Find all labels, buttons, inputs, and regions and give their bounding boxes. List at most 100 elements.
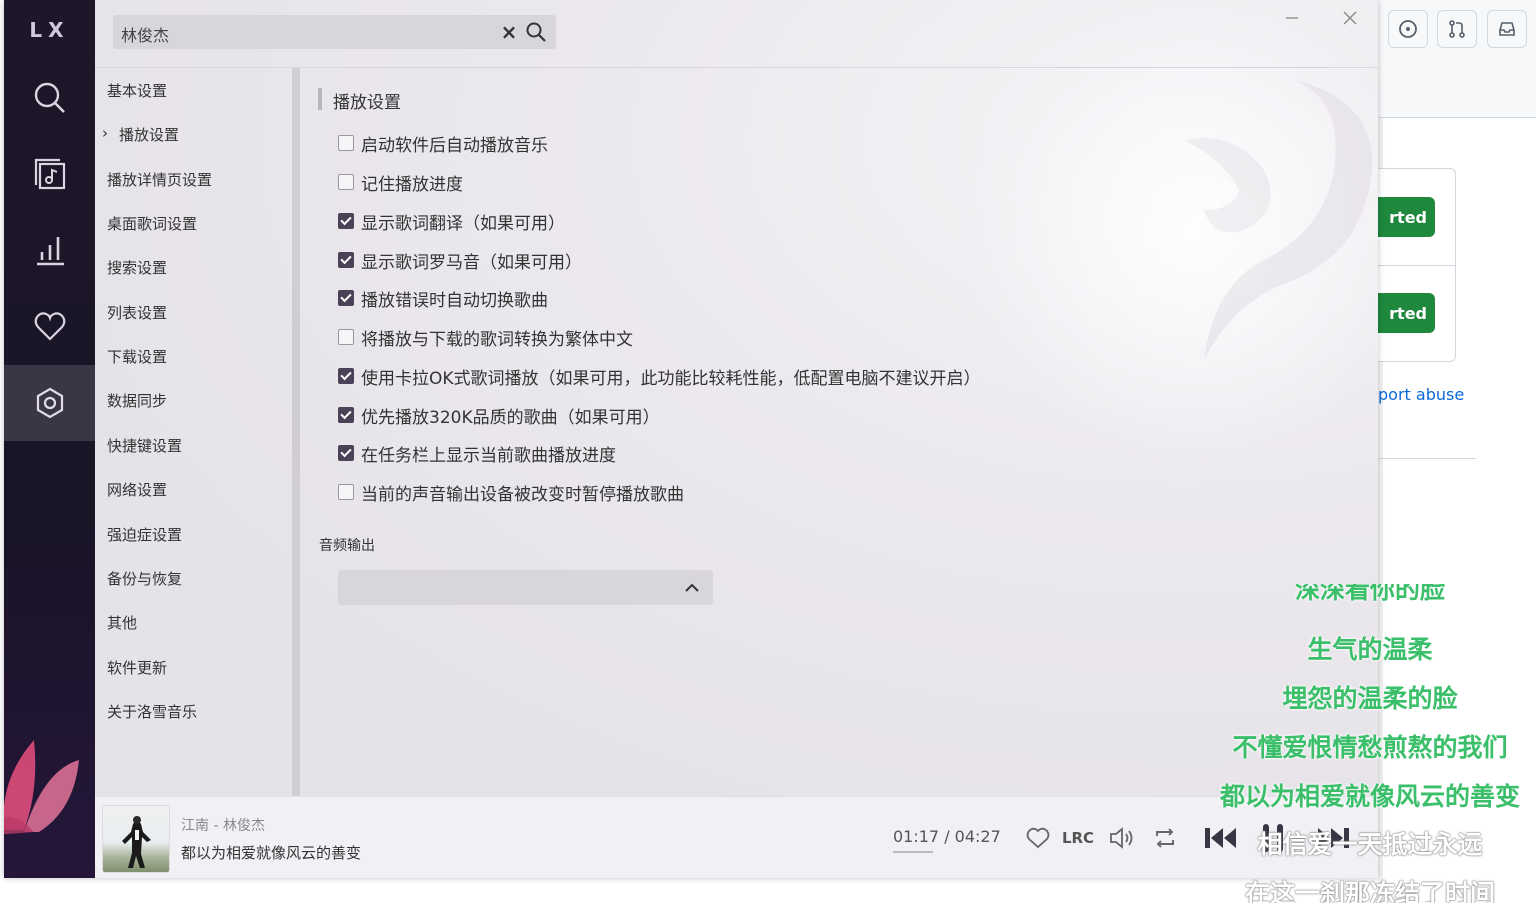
checkbox[interactable]: [338, 445, 354, 461]
settings-nav-item[interactable]: 强迫症设置: [107, 524, 182, 545]
checkbox[interactable]: [338, 407, 354, 423]
player-bar: 江南 - 林俊杰 都以为相爱就像风云的善变 01:17 / 04:27 LRC: [95, 796, 1378, 878]
settings-nav-item[interactable]: 备份与恢复: [107, 568, 182, 589]
desktop-lyric-line: 在这一刹那冻结了时间: [1244, 879, 1495, 903]
clear-icon[interactable]: ×: [497, 20, 521, 44]
minimize-icon: [1286, 17, 1298, 19]
option-label: 使用卡拉OK式歌词播放（如果可用，此功能比较耗性能，低配置电脑不建议开启）: [361, 368, 981, 389]
lotus-decoration: [4, 740, 79, 835]
close-button[interactable]: [1338, 6, 1362, 30]
play-time: 01:17 / 04:27: [893, 827, 1001, 846]
settings-nav: › 基本设置 播放设置 播放详情页设置 桌面歌词设置 搜索设置 列表设置 下载设…: [95, 68, 295, 796]
option-label: 在任务栏上显示当前歌曲播放进度: [361, 445, 616, 466]
settings-nav-item[interactable]: 网络设置: [107, 479, 167, 500]
option-1[interactable]: 记住播放进度: [338, 171, 463, 195]
search-icon: [526, 22, 546, 42]
section-marker: [318, 88, 322, 110]
get-started-button-2[interactable]: rted: [1378, 293, 1435, 333]
settings-nav-item[interactable]: 软件更新: [107, 657, 167, 678]
background-card: rted rted: [1378, 168, 1456, 362]
checkbox[interactable]: [338, 252, 354, 268]
background-divider: [1378, 458, 1476, 459]
settings-nav-item[interactable]: 快捷键设置: [107, 435, 182, 456]
checkbox[interactable]: [338, 174, 354, 190]
repeat-icon: [1156, 828, 1174, 848]
option-label: 记住播放进度: [361, 174, 463, 195]
comment-icon: [1026, 827, 1050, 849]
settings-nav-item[interactable]: 桌面歌词设置: [107, 213, 197, 234]
main-nav: LX: [4, 0, 95, 878]
settings-nav-item[interactable]: 基本设置: [107, 80, 167, 101]
checkbox[interactable]: [338, 213, 354, 229]
background-web-page: rted rted port abuse: [1378, 0, 1536, 903]
nav-settings[interactable]: [4, 365, 95, 441]
option-8[interactable]: 在任务栏上显示当前歌曲播放进度: [338, 442, 616, 466]
audio-output-select[interactable]: [338, 570, 713, 605]
option-label: 当前的声音输出设备被改变时暂停播放歌曲: [361, 484, 684, 505]
lrc-button[interactable]: LRC: [1062, 823, 1094, 853]
option-6[interactable]: 使用卡拉OK式歌词播放（如果可用，此功能比较耗性能，低配置电脑不建议开启）: [338, 365, 981, 389]
inbox-icon[interactable]: [1487, 10, 1527, 48]
progress-bar[interactable]: [893, 851, 933, 853]
volume-button[interactable]: [1107, 823, 1137, 853]
settings-nav-item[interactable]: 下载设置: [107, 346, 167, 367]
minimize-button[interactable]: [1280, 6, 1304, 30]
volume-icon: [1110, 827, 1133, 849]
settings-nav-item-active[interactable]: 播放设置: [119, 124, 179, 145]
section-title: 播放设置: [333, 93, 401, 113]
app-logo: LX: [29, 18, 70, 42]
desktop-lyric-line: 深深看你的脸: [1212, 584, 1528, 606]
settings-icon: [36, 387, 63, 419]
option-7[interactable]: 优先播放320K品质的歌曲（如果可用）: [338, 404, 660, 428]
nav-song-list[interactable]: [4, 136, 95, 212]
search-input[interactable]: 林俊杰 ×: [113, 15, 556, 49]
checkbox[interactable]: [338, 368, 354, 384]
heart-icon: [34, 312, 65, 341]
nav-search[interactable]: [4, 60, 95, 136]
checkbox[interactable]: [338, 290, 354, 306]
nav-my-list[interactable]: [4, 288, 95, 364]
settings-nav-item[interactable]: 播放详情页设置: [107, 169, 212, 190]
nav-leaderboard[interactable]: [4, 212, 95, 288]
checkbox[interactable]: [338, 484, 354, 500]
close-icon: [1343, 11, 1357, 25]
chevron-up-icon: [685, 583, 699, 592]
background-strip: [1378, 0, 1383, 903]
comment-button[interactable]: [1023, 823, 1053, 853]
option-4[interactable]: 播放错误时自动切换歌曲: [338, 287, 548, 311]
desktop-lyric-line: 相信爱一天抵过永远: [1257, 830, 1483, 859]
pull-request-icon[interactable]: [1437, 10, 1477, 48]
settings-nav-item[interactable]: 搜索设置: [107, 257, 167, 278]
issues-icon[interactable]: [1388, 10, 1428, 48]
desktop-lyric-line: 埋怨的温柔的脸: [1282, 684, 1458, 713]
desktop-lyric-line: 不懂爱恨情愁煎熬的我们: [1232, 733, 1508, 762]
settings-nav-item[interactable]: 其他: [107, 612, 137, 633]
option-2[interactable]: 显示歌词翻译（如果可用）: [338, 210, 565, 234]
report-abuse-link[interactable]: port abuse: [1378, 385, 1464, 404]
song-title-artist[interactable]: 江南 - 林俊杰: [181, 815, 265, 835]
settings-nav-item[interactable]: 数据同步: [107, 390, 167, 411]
background-artwork: [1184, 80, 1373, 360]
search-button[interactable]: [523, 20, 549, 44]
checkbox[interactable]: [338, 329, 354, 345]
option-9[interactable]: 当前的声音输出设备被改变时暂停播放歌曲: [338, 481, 684, 505]
checkbox[interactable]: [338, 135, 354, 151]
settings-nav-item[interactable]: 关于洛雪音乐: [107, 701, 197, 722]
album-cover[interactable]: [102, 805, 170, 873]
option-label: 优先播放320K品质的歌曲（如果可用）: [361, 407, 660, 428]
option-label: 显示歌词罗马音（如果可用）: [361, 252, 582, 273]
option-0[interactable]: 启动软件后自动播放音乐: [338, 132, 548, 156]
option-5[interactable]: 将播放与下载的歌词转换为繁体中文: [338, 326, 633, 350]
settings-nav-scrollbar[interactable]: [292, 68, 300, 796]
chart-icon: [36, 237, 64, 266]
option-3[interactable]: 显示歌词罗马音（如果可用）: [338, 249, 582, 273]
option-label: 播放错误时自动切换歌曲: [361, 290, 548, 311]
current-lyric: 都以为相爱就像风云的善变: [181, 844, 362, 862]
background-topbar: [1378, 0, 1536, 118]
repeat-button[interactable]: [1150, 823, 1180, 853]
desktop-lyric-cut: 深深看你的脸: [1294, 584, 1445, 604]
option-label: 将播放与下载的歌词转换为繁体中文: [361, 329, 633, 350]
card-divider: [1378, 265, 1456, 266]
get-started-button[interactable]: rted: [1378, 197, 1435, 237]
settings-nav-item[interactable]: 列表设置: [107, 302, 167, 323]
